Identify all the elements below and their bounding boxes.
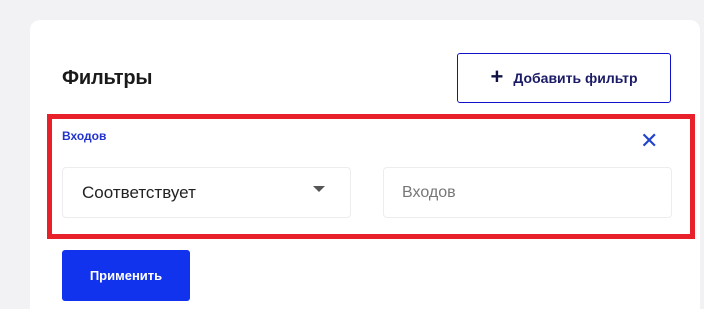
add-filter-label: Добавить фильтр bbox=[513, 70, 638, 86]
operator-select[interactable]: Соответствует bbox=[62, 167, 351, 218]
filter-field-label: Входов bbox=[62, 129, 107, 143]
filter-value-input[interactable] bbox=[383, 167, 672, 218]
operator-selected-value: Соответствует bbox=[82, 182, 196, 202]
plus-icon: + bbox=[490, 64, 504, 89]
close-icon[interactable]: ✕ bbox=[640, 130, 658, 152]
add-filter-button[interactable]: + Добавить фильтр bbox=[457, 53, 671, 103]
chevron-down-icon bbox=[313, 186, 325, 192]
apply-button[interactable]: Применить bbox=[62, 250, 190, 301]
panel-title: Фильтры bbox=[62, 67, 153, 89]
